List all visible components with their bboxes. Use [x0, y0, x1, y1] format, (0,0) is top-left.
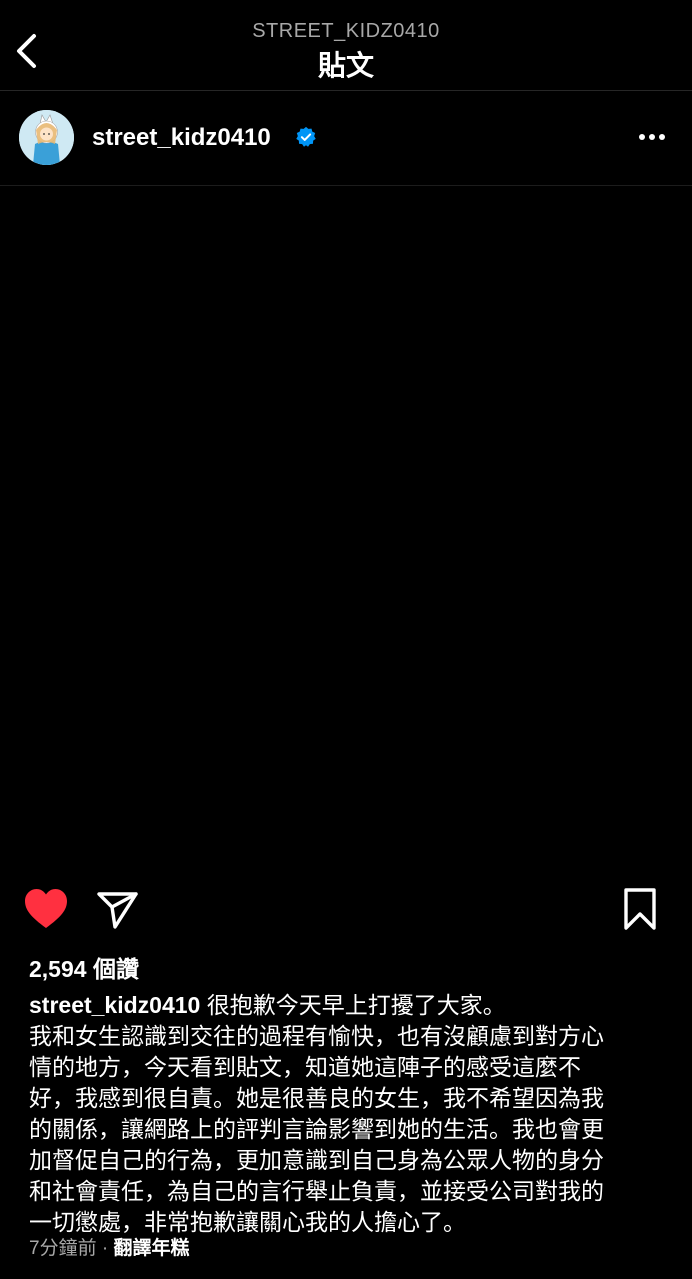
post-actions: [0, 880, 692, 940]
post-caption: street_kidz0410 很抱歉今天早上打擾了大家。 我和女生認識到交往的…: [29, 990, 669, 1238]
avatar-illustration: [19, 110, 74, 165]
more-horizontal-icon: [639, 134, 665, 140]
share-button[interactable]: [95, 885, 141, 931]
post-timestamp: 7分鐘前: [29, 1238, 97, 1259]
save-button[interactable]: [618, 886, 662, 932]
like-button[interactable]: [22, 885, 70, 933]
paper-plane-icon: [97, 892, 138, 929]
caption-first-line: 很抱歉今天早上打擾了大家。: [206, 992, 506, 1018]
verified-badge-icon: [296, 126, 316, 147]
page-title: 貼文: [317, 50, 374, 81]
header-username: STREET_KIDZ0410: [252, 20, 440, 42]
more-options-button[interactable]: [630, 123, 674, 151]
caption-username[interactable]: street_kidz0410: [29, 992, 200, 1018]
caption-body: 我和女生認識到交往的過程有愉快，也有沒顧慮到對方心 情的地方，今天看到貼文，知道…: [29, 1023, 604, 1235]
post-footer: 7分鐘前 · 翻譯年糕: [29, 1233, 189, 1260]
heart-filled-icon: [25, 889, 67, 928]
likes-count[interactable]: 2,594 個讚: [29, 950, 139, 984]
bookmark-icon: [624, 888, 656, 930]
avatar[interactable]: [19, 110, 74, 165]
translate-link[interactable]: 翻譯年糕: [113, 1238, 189, 1259]
post-username[interactable]: street_kidz0410: [92, 124, 271, 152]
post-header: street_kidz0410: [0, 91, 692, 186]
footer-separator: ·: [101, 1238, 109, 1259]
top-bar: STREET_KIDZ0410 貼文: [0, 0, 692, 91]
post-media[interactable]: [0, 186, 692, 866]
